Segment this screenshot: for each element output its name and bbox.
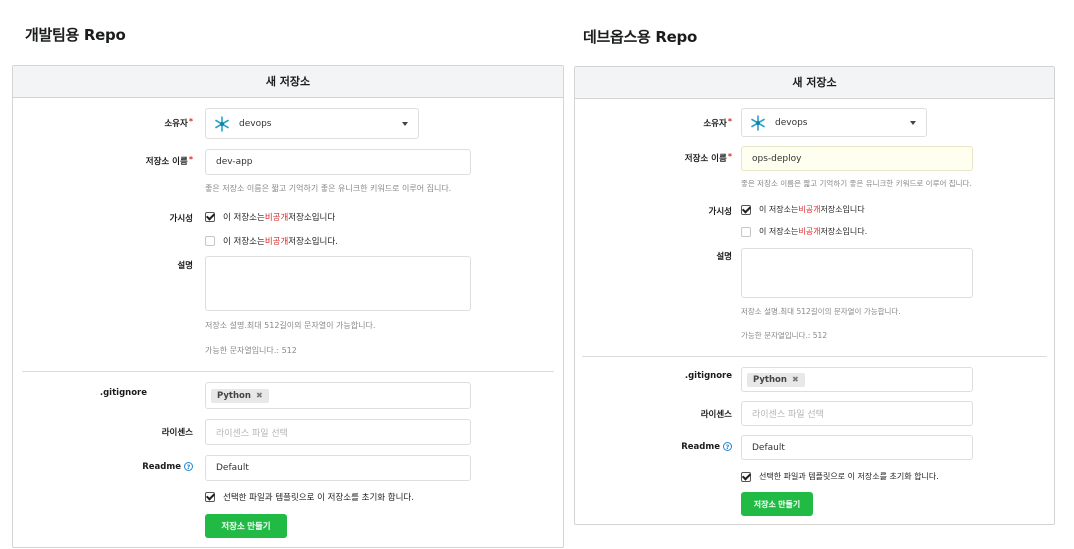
description-remaining: 가능한 문자열입니다.: 512 (205, 346, 297, 355)
question-circle-icon[interactable]: ? (723, 442, 732, 451)
gitignore-select[interactable]: Python ✖ (741, 367, 973, 392)
license-placeholder: 라이센스 파일 선택 (216, 428, 288, 439)
visibility-private-checkbox[interactable]: 이 저장소는 비공개 저장소입니다 (741, 204, 865, 215)
license-label: 라이센스 (700, 410, 732, 420)
empty-checkbox-icon[interactable] (741, 226, 751, 237)
license-select[interactable]: 라이센스 파일 선택 (205, 419, 471, 445)
gitignore-tag-python: Python ✖ (211, 388, 269, 403)
new-repo-form-dev: 새 저장소 소유자* devops 저장소 이름* dev-app 좋은 저장소… (12, 65, 564, 548)
checkmark-icon[interactable] (205, 212, 215, 222)
section-title-dev-team: 개발팀용 Repo (25, 26, 126, 44)
visibility-label: 가시성 (708, 207, 732, 217)
visibility-label: 가시성 (169, 214, 193, 224)
caret-down-icon (402, 121, 408, 126)
description-remaining: 가능한 문자열입니다.: 512 (741, 331, 828, 340)
readme-select[interactable]: Default (741, 435, 973, 460)
owner-value: devops (775, 117, 808, 128)
description-label: 설명 (177, 261, 193, 271)
description-textarea[interactable] (205, 256, 471, 311)
visibility-option2-checkbox[interactable]: 이 저장소는 비공개 저장소입니다. (741, 226, 867, 237)
visibility-option2-checkbox[interactable]: 이 저장소는 비공개 저장소입니다. (205, 235, 338, 247)
new-repo-form-devops: 새 저장소 소유자* devops 저장소 이름* ops-deploy 좋은 … (574, 66, 1055, 525)
checkmark-icon[interactable] (741, 471, 751, 482)
visibility-private-checkbox[interactable]: 이 저장소는 비공개 저장소입니다 (205, 211, 335, 223)
gitignore-label: .gitignore (684, 371, 732, 381)
remove-tag-icon[interactable]: ✖ (256, 391, 263, 400)
owner-label: 소유자* (703, 117, 732, 129)
gitignore-tag-python: Python ✖ (747, 372, 805, 387)
owner-dropdown[interactable]: devops (205, 108, 419, 139)
form-header: 새 저장소 (575, 67, 1054, 99)
description-label: 설명 (716, 252, 732, 262)
checkmark-icon[interactable] (205, 492, 215, 502)
repo-name-input[interactable]: dev-app (205, 149, 471, 175)
caret-down-icon (910, 120, 916, 125)
snowflake-avatar-icon (215, 115, 229, 132)
form-divider (582, 356, 1047, 357)
description-textarea[interactable] (741, 248, 973, 298)
empty-checkbox-icon[interactable] (205, 236, 215, 246)
description-help: 저장소 설명.최대 512길이의 문자열이 가능합니다. (741, 307, 901, 316)
section-title-devops: 데브옵스용 Repo (583, 28, 697, 46)
question-circle-icon[interactable]: ? (184, 462, 193, 471)
gitignore-select[interactable]: Python ✖ (205, 382, 471, 409)
remove-tag-icon[interactable]: ✖ (792, 375, 799, 384)
create-repo-button[interactable]: 저장소 만들기 (205, 514, 287, 538)
owner-value: devops (239, 118, 272, 129)
gitignore-label: .gitignore (99, 388, 147, 398)
form-divider (22, 371, 554, 372)
create-repo-button[interactable]: 저장소 만들기 (741, 492, 813, 516)
repo-name-input[interactable]: ops-deploy (741, 146, 973, 171)
repo-name-help: 좋은 저장소 이름은 짧고 기억하기 좋은 유니크한 키워드로 이루어 집니다. (205, 184, 452, 193)
license-placeholder: 라이센스 파일 선택 (752, 410, 824, 420)
repo-name-help: 좋은 저장소 이름은 짧고 기억하기 좋은 유니크한 키워드로 이루어 집니다. (741, 179, 972, 188)
form-header: 새 저장소 (13, 66, 563, 98)
license-select[interactable]: 라이센스 파일 선택 (741, 401, 973, 426)
readme-select[interactable]: Default (205, 455, 471, 481)
init-repo-checkbox[interactable]: 선택한 파일과 템플릿으로 이 저장소를 초기화 합니다. (205, 491, 414, 503)
repo-name-label: 저장소 이름* (684, 152, 732, 164)
readme-label: Readme? (142, 462, 193, 472)
snowflake-avatar-icon (751, 114, 765, 131)
owner-label: 소유자* (164, 117, 193, 129)
description-help: 저장소 설명.최대 512길이의 문자열이 가능합니다. (205, 321, 376, 330)
owner-dropdown[interactable]: devops (741, 108, 927, 137)
init-repo-checkbox[interactable]: 선택한 파일과 템플릿으로 이 저장소를 초기화 합니다. (741, 471, 939, 482)
checkmark-icon[interactable] (741, 204, 751, 215)
repo-name-label: 저장소 이름* (145, 155, 193, 167)
readme-label: Readme? (681, 442, 732, 452)
license-label: 라이센스 (161, 428, 193, 438)
